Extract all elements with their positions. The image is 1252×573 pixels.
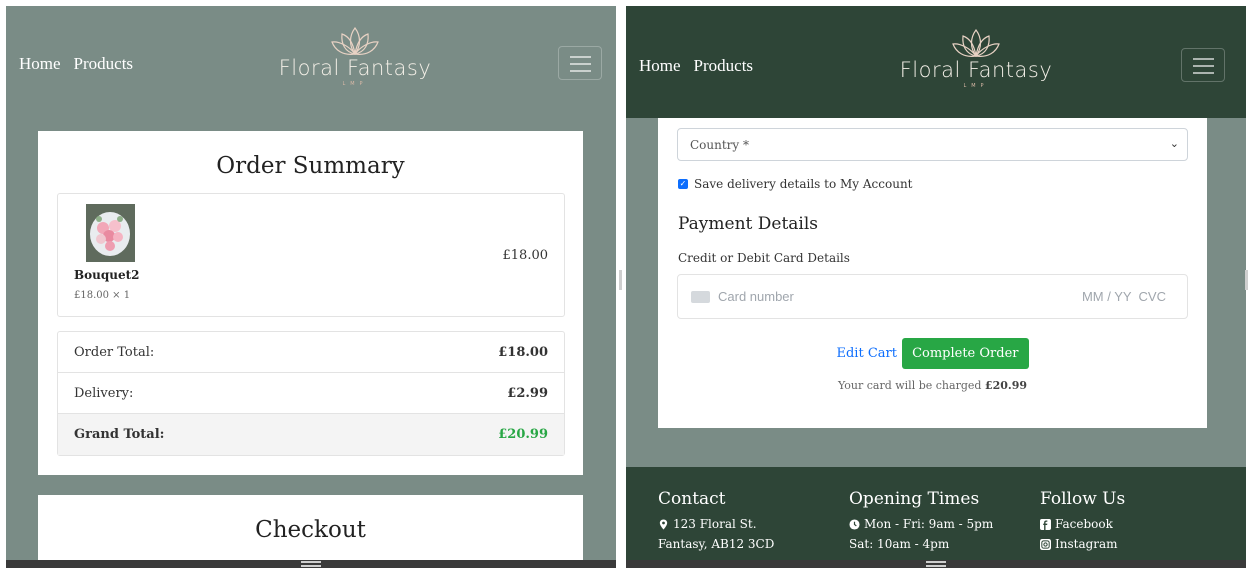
facebook-link[interactable]: Facebook (1040, 514, 1125, 534)
footer-hours-title: Opening Times (849, 489, 980, 509)
site-logo[interactable]: Floral Fantasy LMP (270, 26, 440, 87)
grip-icon (301, 561, 321, 567)
left-viewport: Home Products Floral Fantasy LMP Order S… (6, 6, 616, 560)
product-image[interactable] (86, 204, 135, 262)
hours-line2: Sat: 10am - 4pm (849, 537, 950, 551)
nav-links: Home Products (19, 54, 133, 74)
product-price: £18.00 (502, 248, 549, 263)
splitter-grip-icon[interactable] (1245, 270, 1248, 290)
form-actions: Edit Cart Complete Order (658, 338, 1207, 369)
save-info-row: ✓ Save delivery details to My Account (678, 177, 913, 191)
right-browser-frame: Country * ⌄ ✓ Save delivery details to M… (626, 6, 1246, 568)
nav-home-link[interactable]: Home (639, 56, 681, 76)
order-summary-title: Order Summary (216, 153, 405, 179)
right-viewport: Country * ⌄ ✓ Save delivery details to M… (626, 6, 1246, 560)
credit-card-icon (691, 291, 710, 303)
nav-links: Home Products (639, 56, 753, 76)
save-info-checkbox[interactable]: ✓ (678, 179, 688, 189)
address-line1: 123 Floral St. (673, 517, 757, 531)
clock-icon (849, 518, 860, 530)
lotus-icon (952, 28, 1000, 58)
lotus-icon (331, 26, 379, 56)
instagram-label: Instagram (1055, 537, 1118, 551)
edit-cart-link[interactable]: Edit Cart (837, 346, 897, 361)
hamburger-icon (570, 70, 591, 72)
order-summary-card: Order Summary Bouquet2 £18.00 × 1 £18.00… (38, 131, 583, 475)
checkout-title: Checkout (255, 517, 366, 543)
grand-total-row: Grand Total: £20.99 (58, 414, 564, 455)
charge-note-text: Your card will be charged (837, 379, 985, 392)
charge-note: Your card will be charged £20.99 (658, 379, 1207, 392)
resize-handle[interactable] (626, 560, 1246, 568)
facebook-icon (1040, 518, 1051, 530)
row-value: £20.99 (498, 427, 548, 442)
address-line2: Fantasy, AB12 3CD (658, 537, 775, 551)
logo-text: Floral Fantasy (278, 56, 432, 80)
row-label: Delivery: (74, 386, 134, 401)
payment-heading: Payment Details (678, 214, 819, 234)
navbar: Home Products Floral Fantasy LMP (6, 6, 616, 116)
left-browser-frame: Home Products Floral Fantasy LMP Order S… (6, 6, 616, 568)
menu-toggle-button[interactable] (558, 46, 602, 80)
country-select[interactable]: Country * ⌄ (677, 128, 1188, 161)
product-name: Bouquet2 (74, 268, 140, 282)
logo-subtext: LMP (963, 83, 989, 89)
footer-contact: Contact 123 Floral St. Fantasy, AB12 3CD (658, 489, 774, 554)
bouquet-icon (86, 204, 135, 262)
map-pin-icon (659, 518, 668, 530)
complete-order-button[interactable]: Complete Order (902, 338, 1029, 369)
logo-text: Floral Fantasy (899, 58, 1053, 82)
save-info-label: Save delivery details to My Account (694, 177, 913, 191)
totals-table: Order Total: £18.00 Delivery: £2.99 Gran… (57, 331, 565, 456)
hours-line: Mon - Fri: 9am - 5pm (849, 514, 993, 534)
checkout-form-card: Country * ⌄ ✓ Save delivery details to M… (658, 118, 1207, 428)
card-details-label: Credit or Debit Card Details (678, 251, 850, 265)
hamburger-icon (570, 56, 591, 58)
footer-social: Follow Us Facebook Instagram (1040, 489, 1125, 554)
footer-hours: Opening Times Mon - Fri: 9am - 5pm Sat: … (849, 489, 993, 554)
hamburger-icon (1193, 72, 1214, 74)
card-number-placeholder: Card number (718, 289, 794, 304)
row-value: £2.99 (507, 386, 548, 401)
logo-subtext: LMP (342, 81, 368, 87)
instagram-link[interactable]: Instagram (1040, 534, 1125, 554)
resize-handle[interactable] (6, 560, 616, 568)
site-footer: Contact 123 Floral St. Fantasy, AB12 3CD… (626, 467, 1246, 560)
splitter-grip-icon[interactable] (619, 270, 622, 290)
address-line: Fantasy, AB12 3CD (658, 534, 774, 554)
navbar: Home Products Floral Fantasy LMP (626, 6, 1246, 118)
nav-home-link[interactable]: Home (19, 54, 61, 74)
menu-toggle-button[interactable] (1181, 48, 1225, 82)
checkout-card: Checkout (38, 495, 583, 560)
row-label: Grand Total: (74, 427, 165, 442)
nav-products-link[interactable]: Products (74, 54, 134, 74)
hours-line1: Mon - Fri: 9am - 5pm (864, 517, 994, 531)
card-element-input[interactable]: Card number MM / YY CVC (677, 274, 1188, 319)
cart-line-item: Bouquet2 £18.00 × 1 £18.00 (57, 193, 565, 317)
grip-icon (926, 561, 946, 567)
charge-amount: £20.99 (984, 379, 1028, 392)
product-quantity: £18.00 × 1 (74, 290, 131, 301)
row-label: Order Total: (74, 345, 155, 360)
delivery-row: Delivery: £2.99 (58, 373, 564, 414)
hamburger-icon (570, 63, 591, 65)
footer-contact-title: Contact (658, 489, 726, 509)
hamburger-icon (1193, 65, 1214, 67)
hours-line: Sat: 10am - 4pm (849, 534, 993, 554)
expiry-cvc-placeholder: MM / YY CVC (1081, 289, 1166, 304)
chevron-down-icon: ⌄ (1169, 137, 1179, 150)
nav-products-link[interactable]: Products (694, 56, 754, 76)
facebook-label: Facebook (1055, 517, 1113, 531)
country-select-value: Country * (690, 138, 750, 152)
footer-follow-title: Follow Us (1040, 489, 1126, 509)
address-line: 123 Floral St. (658, 514, 774, 534)
instagram-icon (1040, 538, 1051, 550)
row-value: £18.00 (498, 345, 548, 360)
hamburger-icon (1193, 58, 1214, 60)
site-logo[interactable]: Floral Fantasy LMP (891, 28, 1061, 89)
order-total-row: Order Total: £18.00 (58, 332, 564, 373)
